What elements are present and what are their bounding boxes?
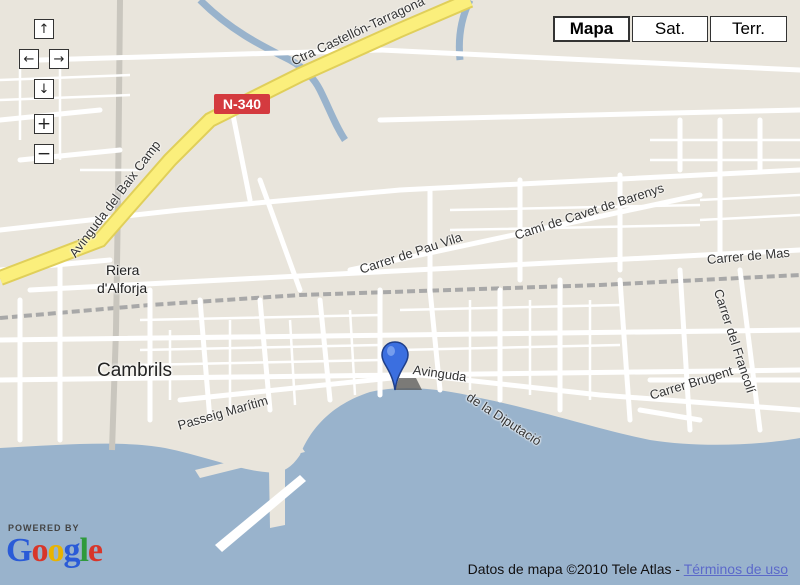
zoom-in-button[interactable]: +: [34, 114, 54, 134]
google-logo[interactable]: Google: [6, 532, 103, 570]
map-canvas[interactable]: Ctra Castellón-Tarragona Avinguda del Ba…: [0, 0, 800, 585]
map-attribution: Datos de mapa ©2010 Tele Atlas - Término…: [468, 561, 788, 577]
pan-down-button[interactable]: ↓: [34, 79, 54, 99]
pan-up-button[interactable]: ↑: [34, 19, 54, 39]
map-type-sat[interactable]: Sat.: [632, 16, 708, 42]
pan-left-button[interactable]: ←: [19, 49, 39, 69]
map-pin-icon[interactable]: [380, 340, 424, 394]
terms-of-use-link[interactable]: Términos de uso: [684, 561, 788, 577]
map-type-mapa[interactable]: Mapa: [553, 16, 630, 42]
place-label-cambrils: Cambrils: [97, 360, 172, 381]
road-shield-n340: N-340: [214, 94, 270, 114]
pan-right-button[interactable]: →: [49, 49, 69, 69]
map-data-text: Datos de mapa ©2010 Tele Atlas -: [467, 561, 684, 577]
place-label-riera-1: Riera: [106, 262, 140, 278]
zoom-out-button[interactable]: −: [34, 144, 54, 164]
place-label-riera-2: d'Alforja: [97, 280, 148, 296]
map-type-terr[interactable]: Terr.: [710, 16, 787, 42]
